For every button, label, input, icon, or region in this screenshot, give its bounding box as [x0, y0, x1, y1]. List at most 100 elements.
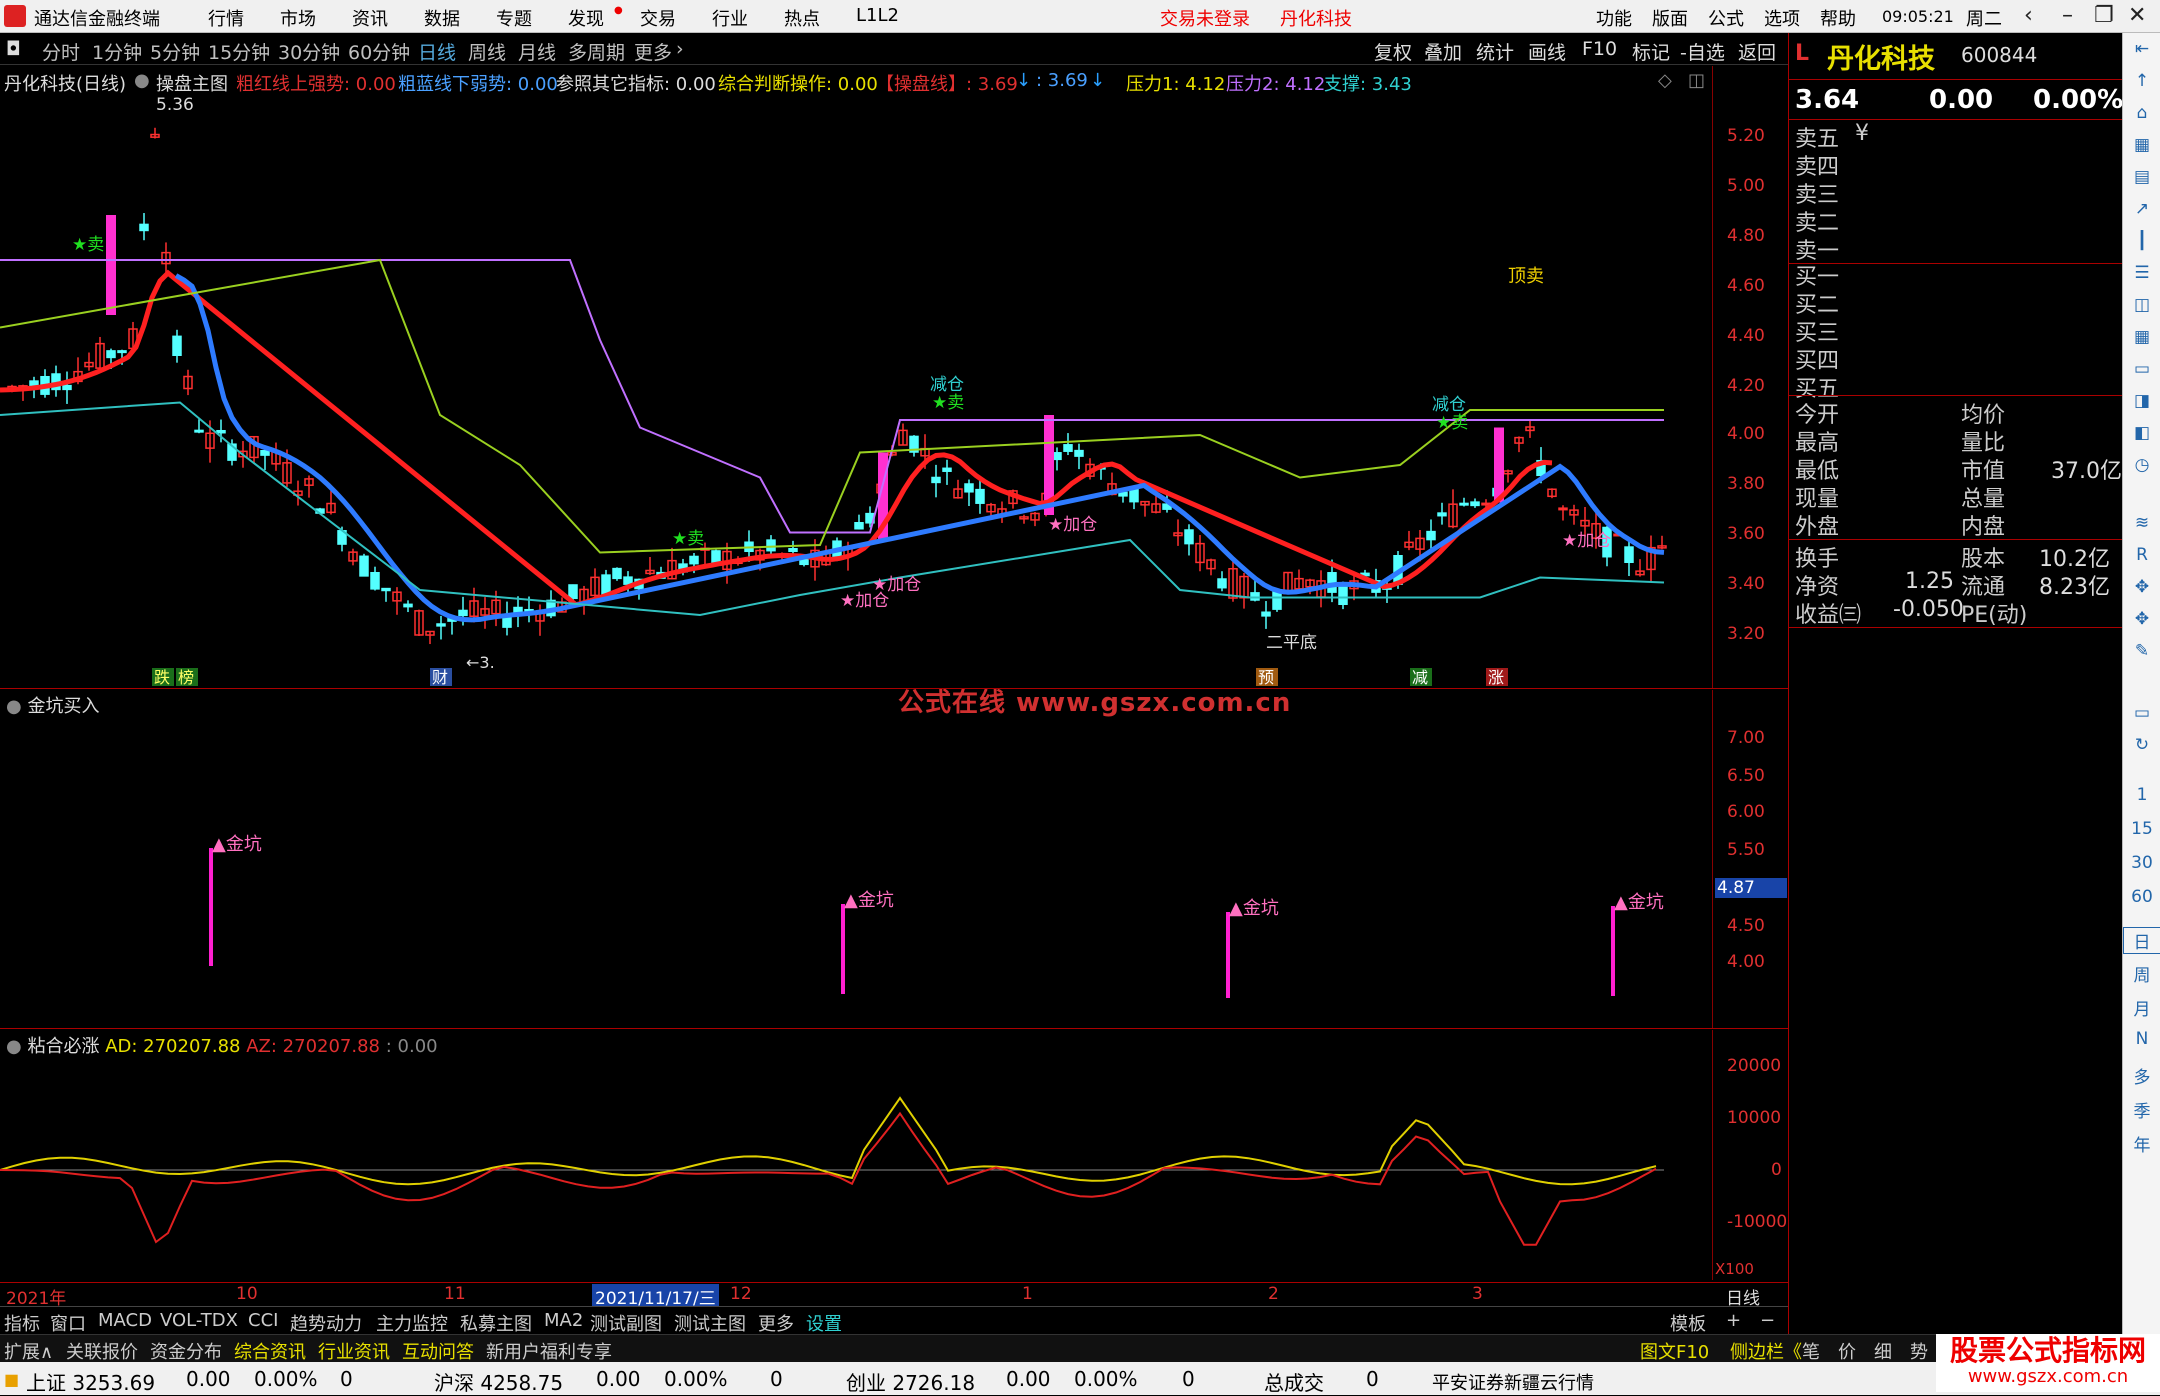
doc-icon[interactable]: ▭ [2123, 359, 2160, 379]
formula-name[interactable]: 操盘主图 [156, 70, 228, 96]
pen-icon[interactable]: ✎ [2123, 641, 2160, 661]
btn-back[interactable]: 返回 [1738, 38, 1776, 65]
tool-year[interactable]: 年 [2123, 1131, 2160, 1156]
chart-icon[interactable]: ▦ [2123, 135, 2160, 155]
stock-alert[interactable]: 丹化科技 [1280, 5, 1352, 31]
expand-icon[interactable]: ⇤ [2123, 39, 2160, 59]
btn-detail[interactable]: 细 [1874, 1338, 1892, 1364]
signal-icon[interactable]: ≋ [2123, 513, 2160, 533]
btn-remove-fav[interactable]: -自选 [1680, 38, 1725, 65]
cy-index[interactable]: 创业 2726.18 [846, 1367, 975, 1396]
quote-stock-name[interactable]: 丹化科技 [1827, 37, 1935, 76]
btn-fuquan[interactable]: 复权 [1374, 38, 1412, 65]
tab-period-7[interactable]: 周线 [468, 38, 506, 65]
menu-item-hot[interactable]: 热点 [784, 5, 820, 31]
menu-item-l1l2[interactable]: L1L2 [856, 5, 899, 26]
f10-icon[interactable]: ◫ [2123, 295, 2160, 315]
sub2-title-text[interactable]: 粘合必涨 [27, 1036, 99, 1057]
tab-window[interactable]: 窗口 [50, 1310, 86, 1336]
tab-period-5[interactable]: 60分钟 [348, 38, 410, 65]
menu-item-topic[interactable]: 专题 [496, 5, 532, 31]
sub1-settings-icon[interactable]: ● [6, 696, 22, 717]
candle-icon[interactable]: ┃ [2123, 231, 2160, 251]
tab-indicator[interactable]: 指标 [4, 1310, 40, 1336]
sub1-title-text[interactable]: 金坑买入 [27, 696, 99, 717]
tool-week[interactable]: 周 [2123, 961, 2160, 986]
btn-sidebar[interactable]: 侧边栏《 [1730, 1338, 1802, 1364]
menu-item-discover[interactable]: 发现 [568, 5, 604, 31]
up-icon[interactable]: ↑ [2123, 71, 2160, 91]
tab-period-9[interactable]: 多周期 [568, 38, 625, 65]
btn-pen[interactable]: 笔 [1802, 1338, 1820, 1364]
tool-day[interactable]: 日 [2123, 927, 2160, 954]
tool-multi[interactable]: 多 [2123, 1063, 2160, 1088]
f1-icon[interactable]: ◧ [2123, 423, 2160, 443]
btn-f10[interactable]: F10 [1582, 38, 1617, 60]
tab-trend[interactable]: 趋势动力 [290, 1310, 362, 1336]
settings-dot-icon[interactable]: ● [134, 70, 150, 91]
back-icon[interactable]: ‹ [2024, 3, 2033, 28]
candlestick-chart[interactable]: 5.36 顶卖 ★卖 ★卖 ★卖 ★卖 减仓 减仓 ★加仓 ★加仓 ★加仓 ★加… [0, 96, 1712, 688]
tab-test-sub[interactable]: 测试副图 [590, 1310, 662, 1336]
table-icon[interactable]: ▤ [2123, 167, 2160, 187]
diamond-icon[interactable]: ◇ [1658, 70, 1672, 91]
sub2-settings-icon[interactable]: ● [6, 1036, 22, 1057]
tab-capital[interactable]: 资金分布 [150, 1338, 222, 1364]
tab-period-6[interactable]: 日线 [418, 38, 456, 65]
tab-period-1[interactable]: 1分钟 [92, 38, 142, 65]
tab-settings[interactable]: 设置 [806, 1310, 842, 1336]
tab-industry-news[interactable]: 行业资讯 [318, 1338, 390, 1364]
btn-f10-graph[interactable]: 图文F10 [1640, 1338, 1709, 1364]
btn-expand[interactable]: 扩展∧ [4, 1338, 53, 1364]
menu-layout[interactable]: 版面 [1652, 5, 1688, 31]
tab-period-10[interactable]: 更多 [634, 38, 672, 65]
tab-news[interactable]: 综合资讯 [234, 1338, 306, 1364]
f5-icon[interactable]: ▭ [2123, 703, 2160, 723]
maximize-icon[interactable]: ❐ [2094, 3, 2114, 28]
menu-item-data[interactable]: 数据 [424, 5, 460, 31]
menu-item-market[interactable]: 市场 [280, 5, 316, 31]
menu-item-industry[interactable]: 行业 [712, 5, 748, 31]
btn-remove[interactable]: − [1760, 1310, 1775, 1331]
tab-test-main[interactable]: 测试主图 [674, 1310, 746, 1336]
menu-help[interactable]: 帮助 [1820, 5, 1856, 31]
tab-more[interactable]: 更多 [758, 1310, 794, 1336]
tool-15m[interactable]: 15 [2123, 819, 2160, 839]
btn-draw[interactable]: 画线 [1528, 38, 1566, 65]
trend-icon[interactable]: ↗ [2123, 199, 2160, 219]
toggle-panel-icon[interactable]: ◘ [6, 38, 21, 60]
minimize-icon[interactable]: – [2062, 3, 2073, 28]
btn-mark[interactable]: 标记 [1632, 38, 1670, 65]
sh-index[interactable]: 上证 3253.69 [26, 1367, 155, 1396]
hs-index[interactable]: 沪深 4258.75 [434, 1367, 563, 1396]
tab-qa[interactable]: 互动问答 [402, 1338, 474, 1364]
btn-template[interactable]: 模板 [1670, 1310, 1706, 1336]
tab-period-2[interactable]: 5分钟 [150, 38, 200, 65]
menu-options[interactable]: 选项 [1764, 5, 1800, 31]
tab-period-3[interactable]: 15分钟 [208, 38, 270, 65]
menu-item-news[interactable]: 资讯 [352, 5, 388, 31]
home-icon[interactable]: ⌂ [2123, 103, 2160, 123]
clock-icon[interactable]: ◷ [2123, 455, 2160, 475]
login-alert[interactable]: 交易未登录 [1160, 5, 1250, 31]
btn-price[interactable]: 价 [1838, 1338, 1856, 1364]
tool-30m[interactable]: 30 [2123, 853, 2160, 873]
list-icon[interactable]: ☰ [2123, 263, 2160, 283]
btn-stats[interactable]: 统计 [1476, 38, 1514, 65]
tab-period-8[interactable]: 月线 [518, 38, 556, 65]
close-icon[interactable]: ✕ [2128, 3, 2146, 28]
btn-add[interactable]: + [1726, 1310, 1741, 1331]
grid-icon[interactable]: ▦ [2123, 327, 2160, 347]
golden-pit-chart[interactable]: ▲金坑 ▲金坑 ▲金坑 ▲金坑 [0, 690, 1712, 1028]
tool-60m[interactable]: 60 [2123, 887, 2160, 907]
tab-vol[interactable]: VOL-TDX [160, 1310, 238, 1331]
menu-item-trade[interactable]: 交易 [640, 5, 676, 31]
refresh-icon[interactable]: ↻ [2123, 735, 2160, 755]
menu-formula[interactable]: 公式 [1708, 5, 1744, 31]
tab-cci[interactable]: CCI [248, 1310, 278, 1331]
tool-n[interactable]: N [2123, 1029, 2160, 1049]
menu-item-hq[interactable]: 行情 [208, 5, 244, 31]
tab-private[interactable]: 私募主图 [460, 1310, 532, 1336]
tab-period-0[interactable]: 分时 [42, 38, 80, 65]
tab-ma2[interactable]: MA2 [544, 1310, 583, 1331]
